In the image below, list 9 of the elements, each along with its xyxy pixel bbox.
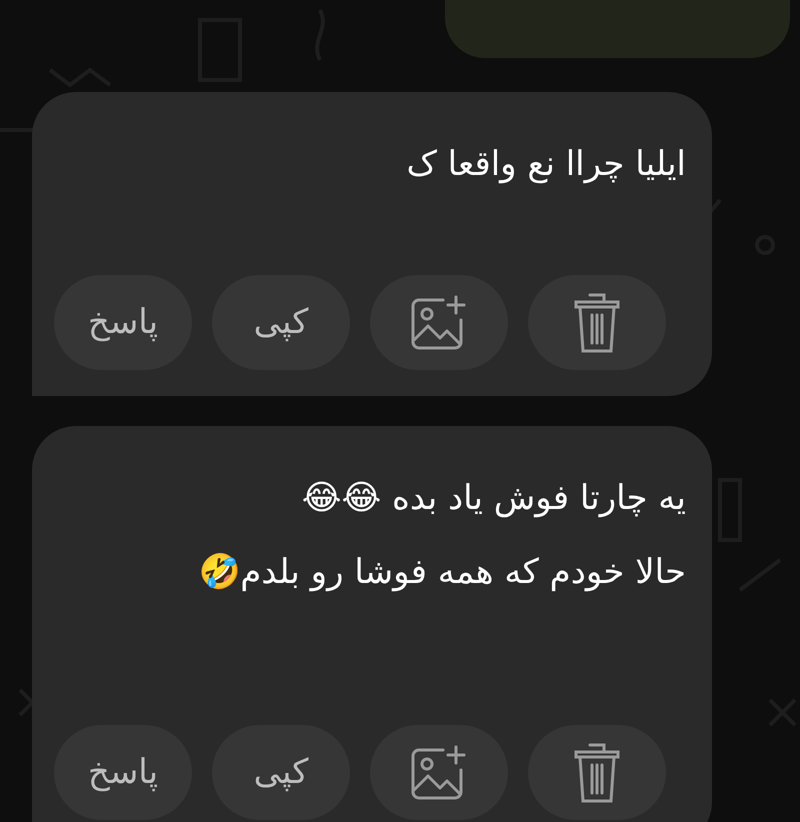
trash-icon [572,290,622,354]
action-button[interactable]: کپی [212,275,350,370]
message-text: حالا خودم که همه فوشا رو بلدم🤣 [198,551,686,594]
action-button[interactable]: پاسخ [54,725,192,820]
message-text: ایلیا چراا نع واقعا ک [406,143,686,186]
message-text: یه چارتا فوش یاد بده 😂😂 [302,477,686,520]
action-button[interactable]: کپی [212,725,350,820]
action-button[interactable]: پاسخ [54,275,192,370]
trash-icon [572,740,622,804]
